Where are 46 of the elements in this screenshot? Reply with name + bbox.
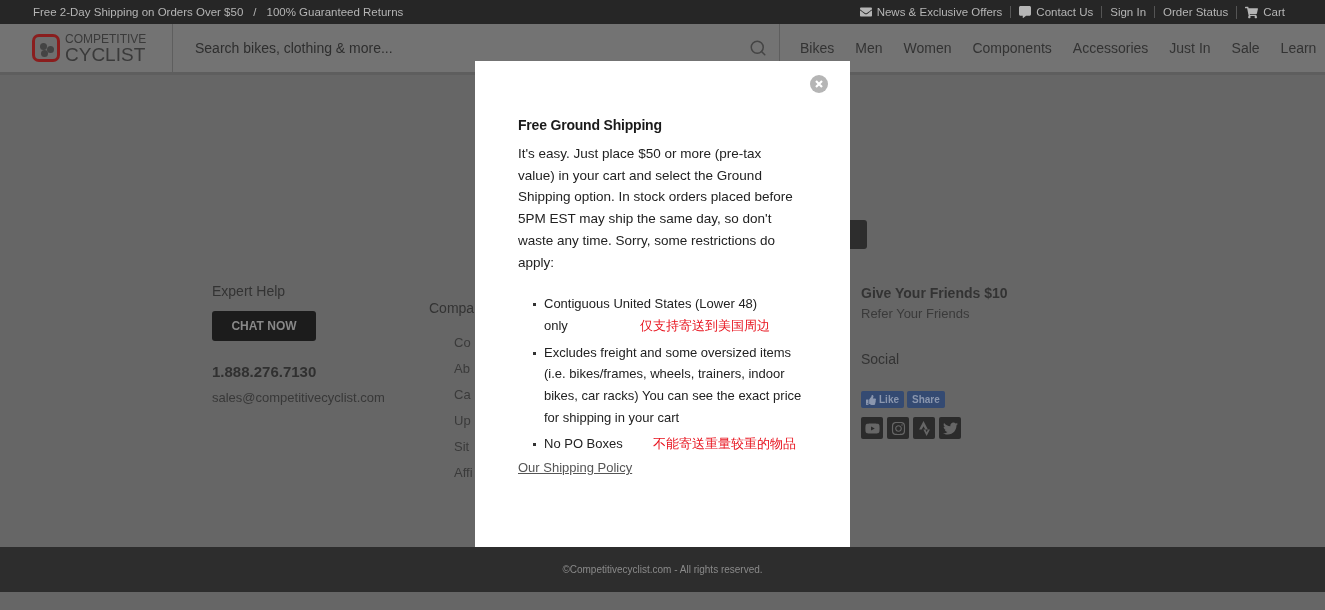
nav-link[interactable]: Men — [855, 40, 883, 56]
annotation-text: 不能寄送重量较重的物品 — [652, 435, 796, 454]
policy-link[interactable]: Our Shipping Policy — [518, 460, 633, 476]
nav-link[interactable]: Bikes — [800, 40, 835, 56]
chat-button[interactable]: CHAT NOW — [212, 311, 316, 341]
bird-icon[interactable] — [939, 417, 961, 439]
like-button[interactable]: Like — [861, 391, 904, 408]
bullet-icon — [533, 443, 536, 447]
bullet-icon — [533, 303, 536, 307]
nav-link[interactable]: Sale — [1231, 40, 1260, 56]
dialog-text: It's easy. Just place $50 or more (pre-tax value) in your cart and select the Ground Shipping option. In stock orders placed before 5PM EST may ship the same day, so don't waste any time. Sorry, some restrictions do apply: — [518, 145, 794, 272]
promo-text: Free 2-Day Shipping on Orders Over $50 — [33, 6, 244, 18]
bullet-icon — [533, 351, 536, 355]
close-icon[interactable] — [810, 75, 828, 93]
list-item-text: Contiguous United States (Lower 48) — [544, 295, 759, 314]
camera-icon[interactable] — [887, 417, 909, 439]
annotation-text: 仅支持寄送到美国周边 — [639, 316, 770, 335]
list-item-text: Excludes freight and some oversized items (i.e. bikes/frames, wheels, trainers, indoor bikes, car racks) You can see the exact price for shipping in your cart — [544, 343, 802, 427]
nav-link[interactable]: Components — [972, 40, 1052, 56]
dialog-title: Free Ground Shipping — [518, 117, 663, 133]
share-button[interactable]: Share — [907, 391, 945, 408]
logo-text: CYCLIST — [65, 44, 147, 64]
separator: / — [253, 6, 257, 18]
logo-icon[interactable] — [32, 34, 60, 62]
top-link[interactable]: Contact Us — [1010, 6, 1102, 18]
logo-text: COMPETITIVE — [65, 32, 147, 45]
nav-link[interactable]: Women — [903, 40, 952, 56]
video-icon[interactable] — [861, 417, 883, 439]
top-link[interactable]: Order Status — [1154, 6, 1237, 18]
envelope-icon — [859, 6, 872, 18]
list-item-text: No PO Boxes — [544, 435, 623, 454]
top-link[interactable]: Cart — [1236, 5, 1293, 19]
peaks-icon[interactable] — [913, 417, 935, 439]
list-item-text: only — [544, 316, 568, 335]
nav-link[interactable]: Learn — [1280, 40, 1317, 56]
thumbs-up-icon — [866, 394, 876, 405]
search-icon[interactable] — [749, 39, 767, 57]
top-link[interactable]: Sign In — [1101, 6, 1155, 18]
nav-link[interactable]: Accessories — [1072, 40, 1149, 56]
copyright-text: ©Competitivecyclist.com - All rights reserved. — [562, 564, 763, 575]
nav-link[interactable]: Just In — [1169, 40, 1211, 56]
promo-text: 100% Guaranteed Returns — [266, 6, 404, 18]
chat-icon — [1019, 6, 1032, 18]
top-link[interactable]: News & Exclusive Offers — [851, 6, 1011, 18]
search-field[interactable]: Search bikes, clothing & more... — [193, 39, 677, 57]
cart-icon — [1245, 5, 1259, 19]
